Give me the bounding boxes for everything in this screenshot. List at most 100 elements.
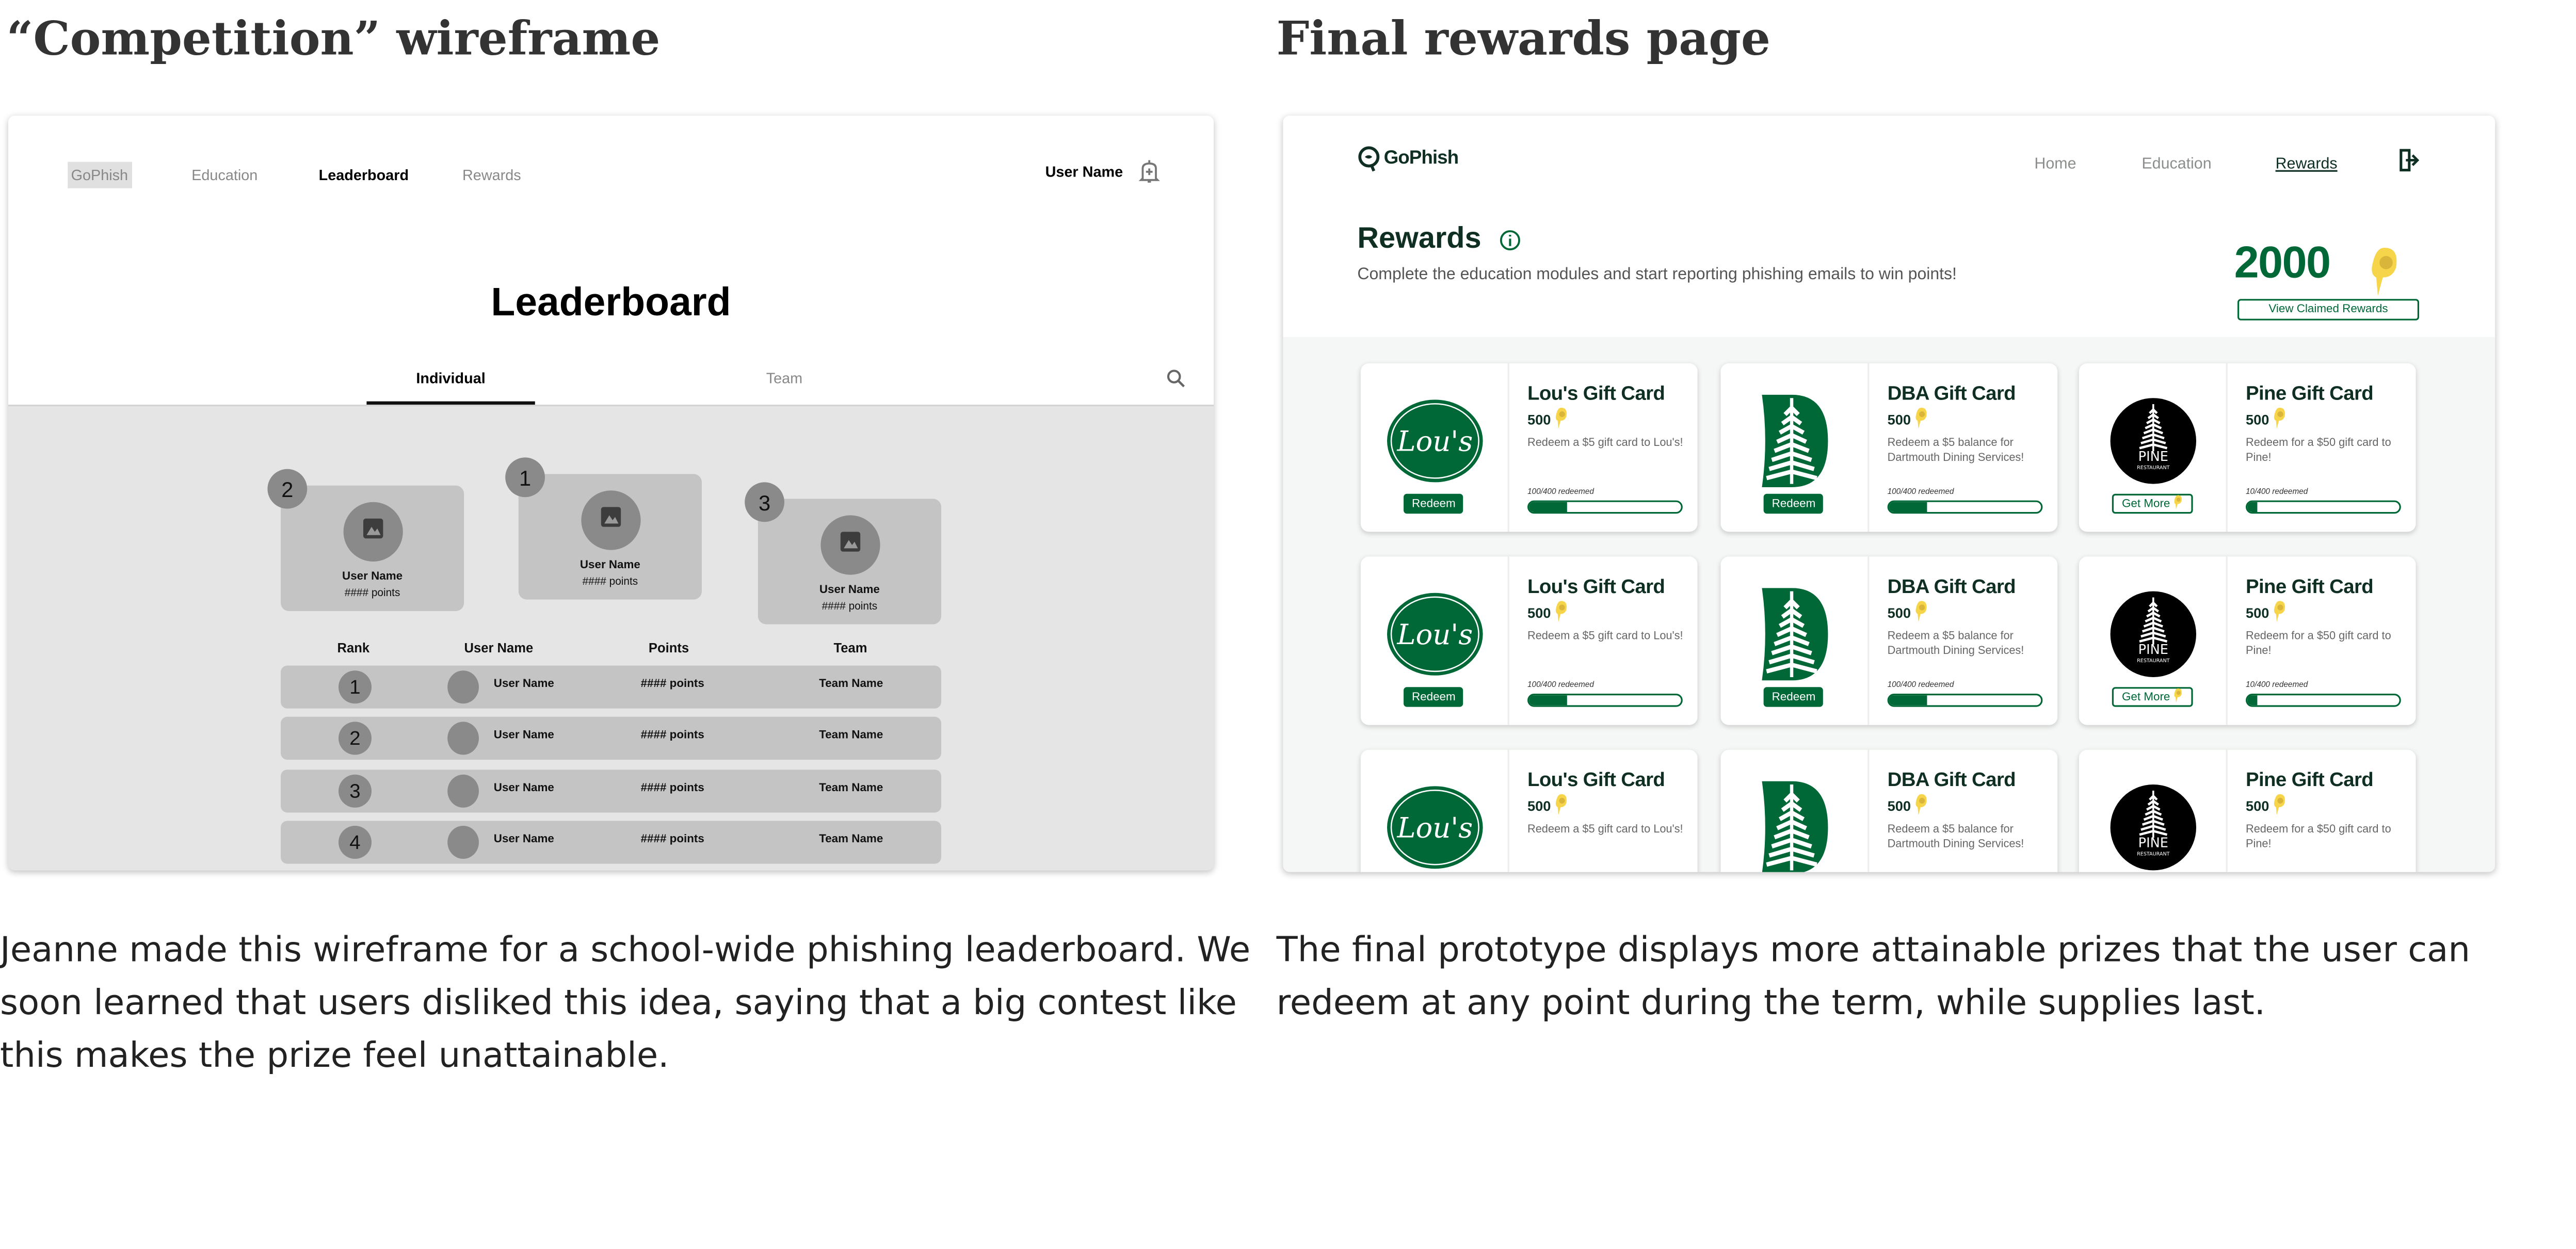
reward-title: Lou's Gift Card [1527,768,1665,791]
svg-text:RESTAURANT: RESTAURANT [2137,852,2170,857]
table-row[interactable]: 1 User Name #### points Team Name [281,665,941,709]
podium-name: User Name [342,571,403,583]
gophish-logo[interactable]: GoPhish [1357,146,1459,172]
table-row[interactable]: 3 User Name #### points Team Name [281,768,941,812]
reward-description: Redeem for a $50 gift card to Pine! [2246,824,2391,850]
progress-fill [1889,502,1927,512]
rank-badge: 3 [339,774,372,807]
row-points: #### points [640,730,704,742]
pine-logo: PINE RESTAURANT [2104,783,2203,872]
rank-badge: 2 [339,722,372,756]
tab-individual[interactable]: Individual [366,370,535,387]
reward-title: Lou's Gift Card [1527,381,1665,405]
wireframe-caption: Jeanne made this wireframe for a school-… [0,930,1251,1076]
nav-education[interactable]: Education [2142,155,2211,173]
get-more-button[interactable]: Get More [2112,687,2194,707]
redeemed-count: 100/400 redeemed [1527,682,1594,691]
page-title: Leaderboard [491,281,731,326]
cost-value: 500 [2246,411,2269,428]
button-label: Get More [2122,498,2170,510]
reward-logo-pane: Lou's Redeem [1361,556,1509,725]
logout-icon[interactable] [2400,149,2419,172]
reward-card: Lou's Lou's Gift Card 500 Redeem a $5 gift … [1360,749,1698,872]
search-icon[interactable] [1166,369,1185,388]
wf-brand[interactable]: GoPhish [68,162,132,188]
button-label: Redeem [1412,498,1456,510]
reward-description: Redeem a $5 gift card to Lou's! [1527,824,1683,836]
button-label: Get More [2122,691,2170,703]
rank-badge: 4 [339,825,372,859]
final-heading: Final rewards page [1276,11,1770,66]
leaderboard-body: User Name #### points 2 User Name #### point… [8,405,1214,871]
avatar [819,515,879,575]
reward-card: Lou's Redeem Lou's Gift Card 500 Redeem a $5… [1360,556,1698,725]
image-placeholder-icon [361,516,384,548]
button-label: Redeem [1772,691,1816,703]
info-icon[interactable] [1500,230,1521,251]
bell-icon[interactable] [1138,158,1161,185]
reward-logo-pane: PINE RESTAURANT Get More [2079,556,2228,725]
cost-value: 500 [1887,604,1911,621]
reward-card: DBA Gift Card 500 Redeem a $5 balance for … [1720,749,2058,872]
lous-logo: Lou's [1386,396,1485,486]
wf-nav-leaderboard[interactable]: Leaderboard [319,167,409,183]
svg-text:Lou's: Lou's [1396,618,1473,651]
row-user-name: User Name [493,782,554,794]
podium-card[interactable]: User Name #### points [281,485,464,611]
redeem-progress-bar [1887,694,2043,707]
avatar [447,774,479,807]
rank-badge: 1 [339,670,372,704]
reward-card: PINE RESTAURANT Pine Gift Card 500 Redeem fo… [2079,749,2416,872]
reward-cost: 500 [2246,600,2288,626]
redeem-button[interactable]: Redeem [1404,493,1464,514]
reward-title: Lou's Gift Card [1527,574,1665,598]
svg-text:RESTAURANT: RESTAURANT [2137,465,2170,471]
reward-card: PINE RESTAURANT Get More Pine Gift Card 500 R… [2079,556,2416,725]
wf-nav-rewards[interactable]: Rewards [462,167,521,183]
podium-card[interactable]: User Name #### points [518,474,702,600]
redeem-button[interactable]: Redeem [1763,687,1824,707]
redeem-progress-bar [2246,500,2401,514]
reward-cost: 500 [2246,406,2288,433]
reward-logo-pane: Lou's Redeem [1361,363,1509,532]
table-row[interactable]: 2 User Name #### points Team Name [281,717,941,760]
get-more-button[interactable]: Get More [2112,493,2194,514]
svg-text:PINE: PINE [2138,836,2168,851]
nav-home[interactable]: Home [2034,155,2076,173]
logo-magnifier-icon [1358,146,1380,172]
wf-user-name[interactable]: User Name [1045,164,1123,180]
rank-badge: 1 [505,457,545,498]
podium-name: User Name [579,559,640,572]
reward-cost: 500 [1888,793,1929,819]
svg-text:PINE: PINE [2138,642,2168,658]
podium-name: User Name [819,584,880,597]
coin-icon [1914,793,1929,819]
cost-value: 500 [1527,797,1551,814]
table-row[interactable]: 4 User Name #### points Team Name [281,821,941,864]
redeem-button[interactable]: Redeem [1763,493,1824,514]
lous-logo: Lou's [1386,783,1485,872]
reward-title: DBA Gift Card [1887,574,2016,598]
coin-icon [1554,600,1569,626]
row-user-name: User Name [493,730,554,742]
tab-team[interactable]: Team [702,370,867,387]
avatar [580,490,640,550]
reward-description: Redeem a $5 gift card to Lou's! [1527,438,1683,450]
rewards-subtitle: Complete the education modules and start… [1357,266,1957,284]
cost-value: 500 [2246,797,2269,814]
reward-logo-pane: PINE RESTAURANT Get More [2079,363,2228,532]
redeem-button[interactable]: Redeem [1404,687,1464,707]
reward-cost: 500 [1527,406,1569,433]
coin-icon [2273,600,2288,626]
nav-rewards[interactable]: Rewards [2276,155,2338,173]
cost-value: 500 [1527,604,1551,621]
avatar [447,825,479,859]
wf-nav-education[interactable]: Education [191,167,257,183]
row-team: Team Name [819,782,883,794]
redeem-progress-bar [1527,500,1683,514]
podium-card[interactable]: User Name #### points [758,499,941,624]
button-label: Redeem [1772,498,1816,510]
reward-cost: 500 [2246,793,2288,819]
coin-icon [2273,793,2288,819]
view-claimed-rewards-button[interactable]: View Claimed Rewards [2237,299,2419,321]
